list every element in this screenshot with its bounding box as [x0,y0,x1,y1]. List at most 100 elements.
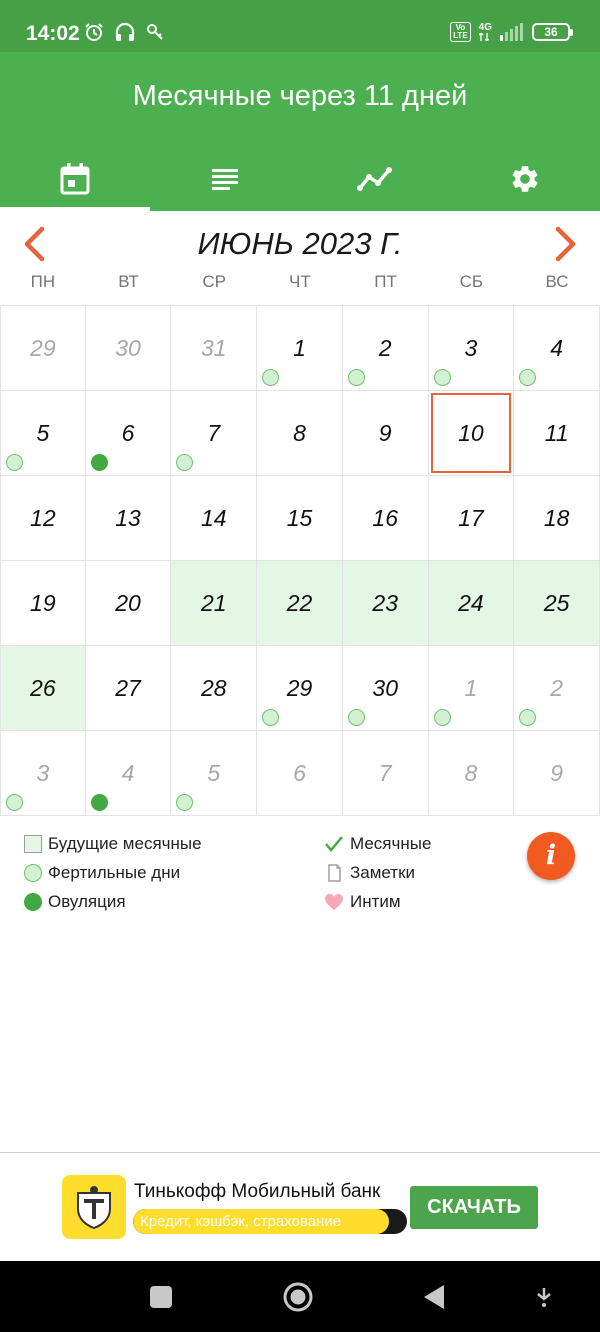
fertile-dot-icon [433,709,451,726]
fertile-dot-icon [433,369,451,386]
app-header: Месячные через 11 дней [0,52,600,211]
battery-indicator: 36 [532,23,573,41]
calendar-day[interactable]: 4 [514,306,600,391]
legend-fertile-days: Фертильные дни [24,863,180,883]
calendar-day[interactable]: 12 [0,476,86,561]
calendar-day[interactable]: 27 [85,646,172,731]
day-number: 8 [293,419,306,446]
day-number: 30 [115,334,141,361]
calendar-icon [60,162,90,194]
day-number: 24 [458,589,484,616]
day-number: 25 [543,589,570,616]
calendar-day[interactable]: 9 [514,731,600,816]
calendar-day[interactable]: 8 [257,391,343,476]
tab-statistics[interactable] [300,146,450,211]
fertile-dot-icon [519,369,537,386]
legend-intimacy: Интим [324,892,401,912]
calendar-day[interactable]: 14 [171,476,258,561]
fertile-dot-icon [6,454,23,471]
tab-list[interactable] [150,146,300,211]
day-number: 3 [464,334,478,361]
fertile-dot-icon [6,794,23,811]
calendar-day[interactable]: 3 [428,306,515,391]
calendar-day[interactable]: 3 [0,731,86,816]
headphones-icon [115,22,135,41]
calendar-day[interactable]: 25 [514,561,600,646]
triangle-back-icon [424,1285,444,1309]
calendar-day[interactable]: 16 [342,476,429,561]
day-number: 28 [200,674,227,701]
calendar-day[interactable]: 20 [85,561,172,646]
info-button[interactable]: i [527,832,575,880]
day-number: 9 [550,759,564,786]
fertile-dot-icon [24,864,42,882]
day-number: 13 [115,504,141,531]
data-arrows-icon [478,33,489,41]
bank-logo-icon [62,1175,126,1239]
calendar-day[interactable]: 18 [514,476,600,561]
signal-icon [500,23,523,41]
tab-bar [0,146,600,211]
calendar-day[interactable]: 31 [171,306,258,391]
legend-future-period: Будущие месячные [24,834,202,854]
keyboard-hide-button[interactable] [526,1279,562,1315]
day-number: 1 [464,674,478,701]
calendar-day[interactable]: 9 [342,391,429,476]
calendar-day[interactable]: 30 [342,646,429,731]
calendar-day[interactable]: 15 [257,476,343,561]
tab-settings[interactable] [450,146,600,211]
next-month-button[interactable] [546,224,586,264]
calendar-day[interactable]: 8 [428,731,515,816]
weekday-header: ПН ВТ СР ЧТ ПТ СБ ВС [0,272,600,302]
calendar-day[interactable]: 13 [85,476,172,561]
calendar-day[interactable]: 29 [257,646,343,731]
calendar-day[interactable]: 29 [0,306,86,391]
calendar-day[interactable]: 6 [85,391,172,476]
day-number: 22 [286,589,313,616]
home-button[interactable] [280,1279,316,1315]
back-button[interactable] [416,1279,452,1315]
calendar-day[interactable]: 2 [342,306,429,391]
calendar-day[interactable]: 17 [428,476,515,561]
calendar-day[interactable]: 7 [171,391,258,476]
ad-banner[interactable]: Тинькофф Мобильный банк Кредит, кэшбэк, … [0,1153,600,1261]
fertile-dot-icon [262,369,280,386]
calendar-day[interactable]: 26 [0,646,86,731]
status-icons-left [84,22,164,42]
day-number: 2 [378,334,392,361]
day-number: 26 [30,674,56,701]
calendar-day[interactable]: 22 [257,561,343,646]
day-number: 10 [458,419,484,446]
day-number: 31 [200,334,227,361]
calendar-day[interactable]: 11 [514,391,600,476]
calendar-day[interactable]: 6 [257,731,343,816]
calendar-day[interactable]: 23 [342,561,429,646]
fertile-dot-icon [347,709,365,726]
calendar-day-today[interactable]: 10 [428,391,515,476]
calendar-day[interactable]: 19 [0,561,86,646]
volte-badge: Vo LTE [450,22,471,42]
day-number: 18 [543,504,570,531]
calendar-day[interactable]: 24 [428,561,515,646]
checkmark-icon [325,836,343,852]
month-navigation: ИЮНЬ 2023 Г. [0,212,600,274]
calendar-day[interactable]: 2 [514,646,600,731]
calendar-day[interactable]: 21 [171,561,258,646]
weekday-label: СБ [459,272,483,291]
ad-tagline: Кредит, кэшбэк, страхование [133,1209,407,1234]
calendar-day[interactable]: 28 [171,646,258,731]
calendar-day[interactable]: 4 [85,731,172,816]
download-button[interactable]: СКАЧАТЬ [410,1186,538,1229]
calendar-day[interactable]: 1 [428,646,515,731]
calendar-day[interactable]: 5 [0,391,86,476]
day-number: 6 [121,419,135,446]
calendar-day[interactable]: 30 [85,306,172,391]
calendar-day[interactable]: 7 [342,731,429,816]
tab-calendar[interactable] [0,146,150,211]
recent-apps-button[interactable] [143,1279,179,1315]
ovulation-dot-icon [24,893,42,911]
day-number: 2 [550,674,564,701]
calendar-day[interactable]: 1 [257,306,343,391]
calendar-day[interactable]: 5 [171,731,258,816]
page-title: Месячные через 11 дней [132,80,468,112]
